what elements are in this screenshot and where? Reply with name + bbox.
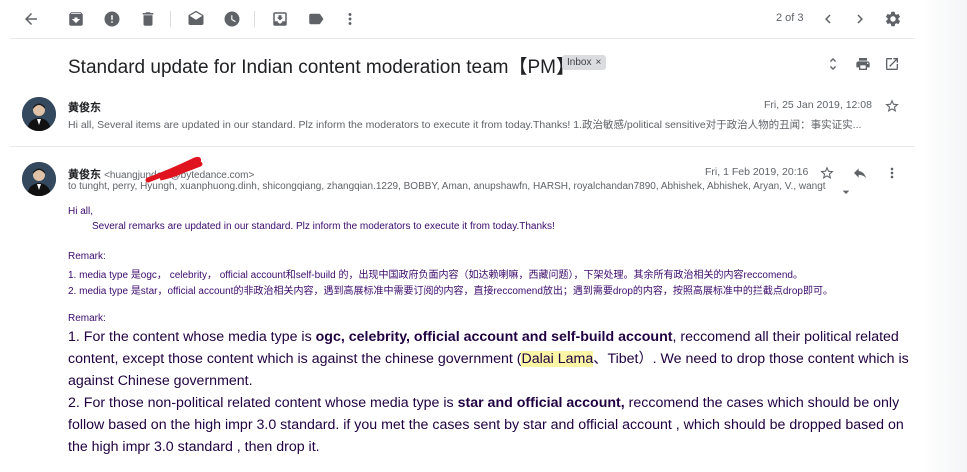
email-greeting: Hi all, [68, 206, 94, 217]
settings-icon[interactable] [881, 7, 905, 31]
move-to-icon[interactable] [268, 7, 292, 31]
remark-en-1-bold: ogc, celebrity, official account and sel… [315, 329, 673, 345]
thread-subject: Standard update for Indian content moder… [68, 57, 575, 78]
chevron-left-icon[interactable] [816, 7, 840, 31]
remark-en-item-2: 2. For those non-political related conte… [68, 392, 918, 458]
message1-sender-name[interactable]: 黄俊东 [68, 99, 101, 115]
message-divider [10, 146, 915, 147]
remark-cn-item-2: 2. media type 是star，official account的非政治… [68, 286, 833, 297]
message1-snippet[interactable]: Hi all, Several items are updated in our… [68, 117, 920, 132]
reply-icon[interactable] [850, 163, 870, 183]
highlighted-term: Dalai Lama [521, 351, 594, 367]
remark-cn-item-1: 1. media type 是ogc， celebrity， official … [68, 270, 803, 281]
archive-icon[interactable] [64, 7, 88, 31]
remark-cn-title: Remark: [68, 251, 106, 262]
remark-en-item-1: 1. For the content whose media type is o… [68, 326, 918, 392]
star-icon[interactable] [882, 96, 902, 116]
remark-en-2-text: 2. For those non-political related conte… [68, 395, 458, 411]
snooze-icon[interactable] [220, 7, 244, 31]
toolbar-divider [170, 11, 171, 27]
toolbar: 2 of 3 [0, 0, 920, 38]
message2-date: Fri, 1 Feb 2019, 20:16 [705, 166, 809, 178]
show-details-icon[interactable] [836, 182, 856, 202]
expand-all-icon[interactable] [822, 53, 844, 75]
more-vert-icon[interactable] [882, 163, 902, 183]
remove-label-icon[interactable]: × [595, 57, 601, 68]
remark-en-2-bold: star and official account, [457, 395, 625, 411]
more-vert-icon[interactable] [338, 7, 362, 31]
sender-avatar[interactable] [22, 162, 56, 196]
message2-recipients[interactable]: to tunght, perry, Hyungh, xuanphuong.din… [68, 181, 848, 192]
toolbar-divider [254, 11, 255, 27]
remark-en-1-text: 1. For the content whose media type is [68, 329, 316, 345]
label-chip-text: Inbox [567, 57, 592, 68]
report-spam-icon[interactable] [100, 7, 124, 31]
message1-date: Fri, 25 Jan 2019, 12:08 [764, 99, 872, 111]
remark-en-title: Remark: [68, 313, 106, 324]
back-arrow-icon[interactable] [19, 7, 43, 31]
open-in-new-window-icon[interactable] [881, 53, 903, 75]
email-intro: Several remarks are updated in our stand… [92, 221, 555, 232]
print-icon[interactable] [852, 53, 874, 75]
right-edge-panel [920, 0, 967, 472]
pager-count: 2 of 3 [776, 12, 804, 24]
inbox-label-chip[interactable]: Inbox × [562, 55, 607, 70]
message2-sender-name: 黄俊东 [68, 169, 101, 181]
toolbar-divider-line [10, 38, 915, 39]
label-icon[interactable] [304, 7, 328, 31]
delete-icon[interactable] [136, 7, 160, 31]
chevron-right-icon[interactable] [848, 7, 872, 31]
star-icon[interactable] [817, 163, 837, 183]
sender-avatar[interactable] [22, 97, 56, 131]
mark-unread-icon[interactable] [184, 7, 208, 31]
